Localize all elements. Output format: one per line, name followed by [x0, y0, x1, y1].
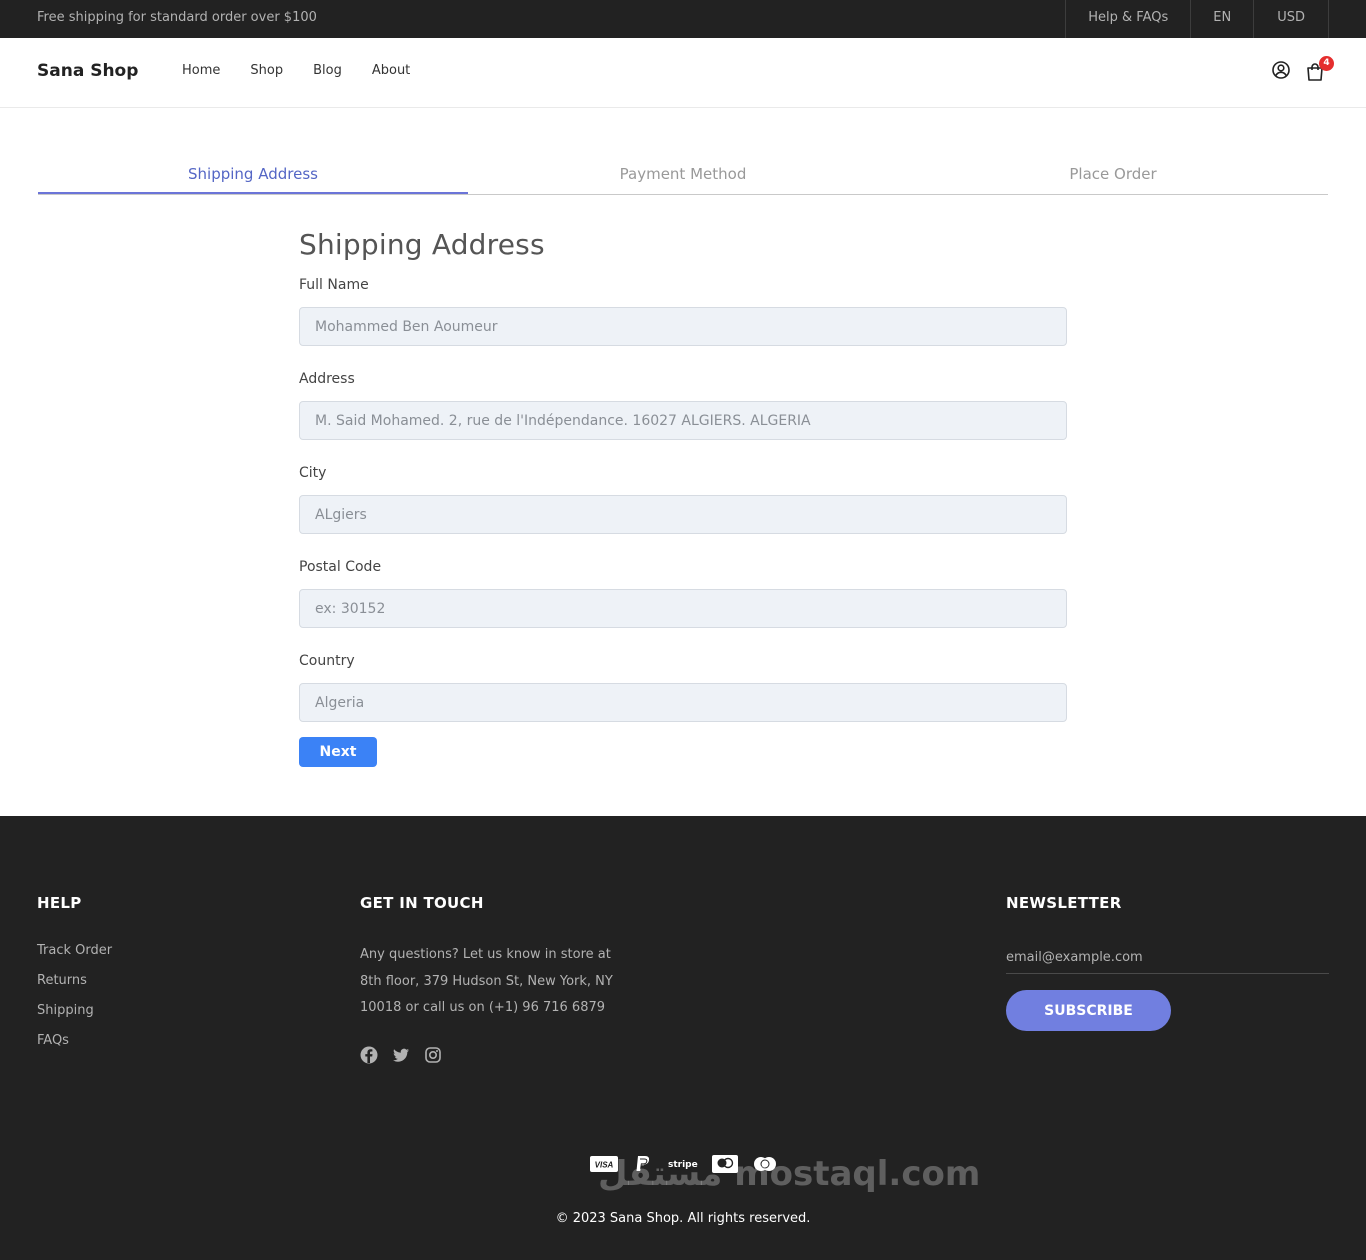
currency-selector[interactable]: USD	[1253, 0, 1329, 38]
touch-heading: GET IN TOUCH	[360, 894, 484, 912]
country-input[interactable]	[299, 683, 1067, 722]
step-payment-method[interactable]: Payment Method	[468, 158, 898, 194]
form-title: Shipping Address	[299, 228, 545, 261]
stripe-icon: stripe	[668, 1160, 698, 1170]
contact-text: Any questions? Let us know in store at 8…	[360, 947, 613, 1015]
paypal-icon	[632, 1153, 654, 1178]
cart-icon[interactable]: 4	[1306, 56, 1334, 83]
site-logo[interactable]: Sana Shop	[37, 61, 138, 81]
full-name-input[interactable]	[299, 307, 1067, 346]
address-input[interactable]	[299, 401, 1067, 440]
svg-text:VISA: VISA	[595, 1160, 614, 1169]
footer-get-in-touch: GET IN TOUCH Any questions? Let us know …	[360, 894, 630, 1068]
city-input[interactable]	[299, 495, 1067, 534]
footer-newsletter: NEWSLETTER SUBSCRIBE	[1006, 894, 1329, 1031]
nav-shop[interactable]: Shop	[250, 63, 283, 78]
newsletter-email-input[interactable]	[1006, 942, 1329, 974]
postal-code-input[interactable]	[299, 589, 1067, 628]
nav-blog[interactable]: Blog	[313, 63, 342, 78]
newsletter-heading: NEWSLETTER	[1006, 894, 1122, 912]
main-nav: Home Shop Blog About	[182, 63, 410, 78]
site-footer: HELP Track Order Returns Shipping FAQs G…	[0, 816, 1366, 1260]
payment-methods: VISA stripe	[590, 1154, 778, 1176]
city-label: City	[299, 465, 327, 481]
help-heading: HELP	[37, 894, 82, 912]
header-icons: 4	[1272, 56, 1334, 83]
top-bar-links: Help & FAQs EN USD	[1065, 0, 1329, 38]
faqs-link[interactable]: FAQs	[37, 1032, 112, 1049]
nav-home[interactable]: Home	[182, 63, 220, 78]
footer-help: HELP Track Order Returns Shipping FAQs	[37, 894, 112, 1062]
nav-about[interactable]: About	[372, 63, 410, 78]
country-label: Country	[299, 653, 355, 669]
returns-link[interactable]: Returns	[37, 972, 112, 989]
help-faqs-link[interactable]: Help & FAQs	[1065, 0, 1190, 38]
track-order-link[interactable]: Track Order	[37, 942, 112, 959]
shipping-link[interactable]: Shipping	[37, 1002, 112, 1019]
visa-icon: VISA	[590, 1155, 618, 1175]
top-bar: Free shipping for standard order over $1…	[0, 0, 1366, 38]
promo-text: Free shipping for standard order over $1…	[37, 10, 317, 25]
full-name-label: Full Name	[299, 277, 369, 293]
twitter-icon[interactable]	[392, 1046, 410, 1068]
cart-count-badge: 4	[1319, 56, 1334, 71]
user-icon[interactable]	[1272, 61, 1290, 83]
postal-code-label: Postal Code	[299, 559, 382, 575]
step-shipping-address[interactable]: Shipping Address	[38, 158, 468, 194]
shipping-form: Shipping Address Full Name Address City …	[299, 228, 1067, 767]
social-links	[360, 1046, 630, 1068]
instagram-icon[interactable]	[424, 1046, 442, 1068]
step-place-order[interactable]: Place Order	[898, 158, 1328, 194]
checkout-steps: Shipping Address Payment Method Place Or…	[38, 158, 1328, 195]
amex-icon	[711, 1154, 738, 1176]
address-label: Address	[299, 371, 355, 387]
language-selector[interactable]: EN	[1190, 0, 1253, 38]
facebook-icon[interactable]	[360, 1046, 378, 1068]
site-header: Sana Shop Home Shop Blog About 4	[0, 38, 1366, 108]
copyright-text: © 2023 Sana Shop. All rights reserved.	[555, 1211, 811, 1226]
mastercard-icon	[752, 1156, 778, 1175]
next-button[interactable]: Next	[299, 737, 377, 767]
subscribe-button[interactable]: SUBSCRIBE	[1006, 990, 1171, 1031]
